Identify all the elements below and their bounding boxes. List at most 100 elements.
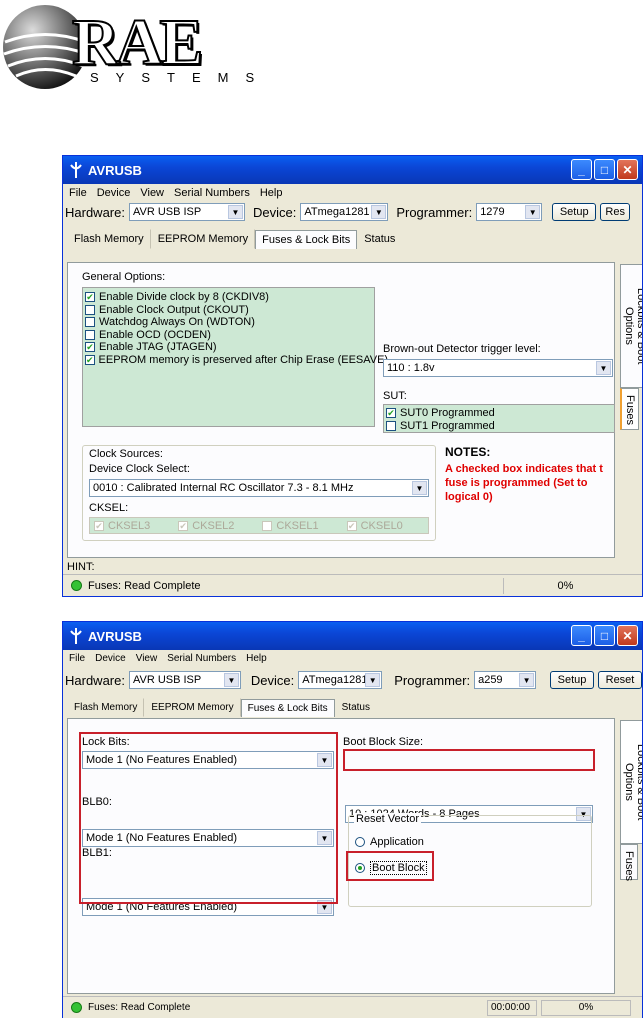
checkbox-checked-icon: ✔ xyxy=(346,521,357,532)
chevron-down-icon[interactable]: ▼ xyxy=(227,205,243,219)
checkbox-icon[interactable] xyxy=(85,329,95,340)
notes-title: NOTES: xyxy=(445,445,491,459)
tab-eeprom-memory[interactable]: EEPROM Memory xyxy=(144,698,241,717)
boot-block-size-highlight xyxy=(343,749,595,771)
tab-status[interactable]: Status xyxy=(335,698,377,717)
checkbox-icon xyxy=(262,521,273,532)
sut1-option[interactable]: SUT1 Programmed xyxy=(386,420,614,433)
menu-device[interactable]: Device xyxy=(95,653,126,664)
hardware-toolbar: Hardware: AVR USB ISP ▼ Device: ATmega128… xyxy=(63,669,642,691)
checkbox-checked-icon[interactable]: ✔ xyxy=(85,354,95,365)
tab-flash-memory[interactable]: Flash Memory xyxy=(67,229,151,249)
hardware-label: Hardware: xyxy=(65,672,125,688)
radio-icon[interactable] xyxy=(355,837,365,847)
vertical-tabs: Lockbits & Boot Options Fuses xyxy=(620,720,642,881)
menu-file[interactable]: File xyxy=(69,187,87,199)
tab-fuses[interactable]: Fuses xyxy=(620,388,639,430)
maximize-button[interactable]: □ xyxy=(594,159,615,180)
progress-percent: 0% xyxy=(503,578,627,594)
menu-file[interactable]: File xyxy=(69,653,85,664)
menu-serial-numbers[interactable]: Serial Numbers xyxy=(174,187,250,199)
bod-select[interactable]: 110 : 1.8v ▼ xyxy=(383,359,613,377)
menu-view[interactable]: View xyxy=(140,187,164,199)
chevron-down-icon[interactable]: ▼ xyxy=(412,481,427,495)
programmer-select[interactable]: a259 ▼ xyxy=(474,671,537,689)
option-jtagen[interactable]: ✔ Enable JTAG (JTAGEN) xyxy=(85,341,374,354)
minimize-button[interactable]: _ xyxy=(571,159,592,180)
title-bar: AVRUSB _ □ ✕ xyxy=(63,156,642,184)
menu-view[interactable]: View xyxy=(136,653,158,664)
tab-fuses-lock-bits[interactable]: Fuses & Lock Bits xyxy=(255,230,358,249)
option-label: Enable Clock Output (CKOUT) xyxy=(99,303,249,316)
tab-fuses-lock-bits[interactable]: Fuses & Lock Bits xyxy=(240,699,335,717)
device-label: Device: xyxy=(252,204,297,220)
close-button[interactable]: ✕ xyxy=(617,625,638,646)
device-value: ATmega1281 xyxy=(302,674,368,686)
hardware-select[interactable]: AVR USB ISP ▼ xyxy=(128,203,245,221)
option-eesave[interactable]: ✔ EEPROM memory is preserved after Chip E… xyxy=(85,354,388,367)
hardware-select[interactable]: AVR USB ISP ▼ xyxy=(128,671,241,689)
menu-serial-numbers[interactable]: Serial Numbers xyxy=(167,653,236,664)
chevron-down-icon[interactable]: ▼ xyxy=(223,673,239,687)
application-radio[interactable]: Application xyxy=(355,836,424,848)
checkbox-icon[interactable] xyxy=(85,317,95,328)
option-label: Enable OCD (OCDEN) xyxy=(99,328,211,341)
chevron-down-icon[interactable]: ▼ xyxy=(596,361,611,375)
reset-button[interactable]: Reset xyxy=(598,671,642,689)
minimize-button[interactable]: _ xyxy=(571,625,592,646)
elapsed-time: 00:00:00 xyxy=(487,1000,537,1016)
option-ckdiv8[interactable]: ✔ Enable Divide clock by 8 (CKDIV8) xyxy=(85,291,374,304)
logo-wordmark: RAE xyxy=(71,6,204,79)
maximize-button[interactable]: □ xyxy=(594,625,615,646)
menu-help[interactable]: Help xyxy=(246,653,267,664)
reset-button[interactable]: Res xyxy=(600,203,631,221)
status-bar: Fuses: Read Complete 0% xyxy=(63,574,642,596)
notes-line-3: logical 0) xyxy=(445,491,493,503)
cksel-list: ✔ CKSEL3 ✔ CKSEL2 CKSEL1 ✔ CKSEL0 xyxy=(89,517,429,534)
programmer-select[interactable]: 1279 ▼ xyxy=(476,203,543,221)
status-bar: Fuses: Read Complete 00:00:00 0% xyxy=(63,996,642,1018)
device-select[interactable]: ATmega1281 ▼ xyxy=(298,671,383,689)
menu-help[interactable]: Help xyxy=(260,187,283,199)
tab-lockbits-boot-options[interactable]: Lockbits & Boot Options xyxy=(620,720,642,844)
device-clock-select[interactable]: 0010 : Calibrated Internal RC Oscillator… xyxy=(89,479,429,497)
menu-device[interactable]: Device xyxy=(97,187,131,199)
close-button[interactable]: ✕ xyxy=(617,159,638,180)
device-select[interactable]: ATmega1281 ▼ xyxy=(300,203,389,221)
checkbox-icon[interactable] xyxy=(386,420,396,431)
cksel0-option: ✔ CKSEL0 xyxy=(346,520,403,533)
chevron-down-icon[interactable]: ▼ xyxy=(519,673,535,687)
status-text: Fuses: Read Complete xyxy=(88,579,201,592)
cksel-label: CKSEL2 xyxy=(192,520,235,533)
tab-flash-memory[interactable]: Flash Memory xyxy=(67,698,145,717)
bod-value: 110 : 1.8v xyxy=(387,362,435,374)
sut0-label: SUT0 Programmed xyxy=(400,407,495,420)
checkbox-checked-icon[interactable]: ✔ xyxy=(85,342,95,353)
clock-sources-title: Clock Sources: xyxy=(89,448,163,460)
tab-status[interactable]: Status xyxy=(357,229,402,249)
sut-label: SUT: xyxy=(383,390,407,402)
option-wdton[interactable]: Watchdog Always On (WDTON) xyxy=(85,316,374,329)
tab-lockbits-boot-options[interactable]: Lockbits & Boot Options xyxy=(620,264,642,388)
app-icon xyxy=(69,162,83,178)
option-ocden[interactable]: Enable OCD (OCDEN) xyxy=(85,329,374,342)
sut0-option[interactable]: ✔ SUT0 Programmed xyxy=(386,407,614,420)
setup-button[interactable]: Setup xyxy=(550,671,595,689)
cksel1-option: CKSEL1 xyxy=(262,520,319,533)
checkbox-icon[interactable] xyxy=(85,304,95,315)
checkbox-checked-icon[interactable]: ✔ xyxy=(85,292,95,303)
option-label: EEPROM memory is preserved after Chip Er… xyxy=(98,353,389,366)
tab-eeprom-memory[interactable]: EEPROM Memory xyxy=(151,229,256,249)
tab-fuses[interactable]: Fuses xyxy=(620,844,638,881)
device-clock-select-label: Device Clock Select: xyxy=(89,463,190,475)
chevron-down-icon[interactable]: ▼ xyxy=(525,205,541,219)
checkbox-checked-icon[interactable]: ✔ xyxy=(386,408,396,419)
cksel3-option: ✔ CKSEL3 xyxy=(94,520,150,533)
option-ckout[interactable]: Enable Clock Output (CKOUT) xyxy=(85,304,374,317)
chevron-down-icon[interactable]: ▼ xyxy=(371,205,387,219)
window-title: AVRUSB xyxy=(88,162,142,178)
hardware-value: AVR USB ISP xyxy=(132,674,202,686)
setup-button[interactable]: Setup xyxy=(552,203,597,221)
option-label: Enable JTAG (JTAGEN) xyxy=(99,341,217,354)
chevron-down-icon[interactable]: ▼ xyxy=(365,673,381,687)
